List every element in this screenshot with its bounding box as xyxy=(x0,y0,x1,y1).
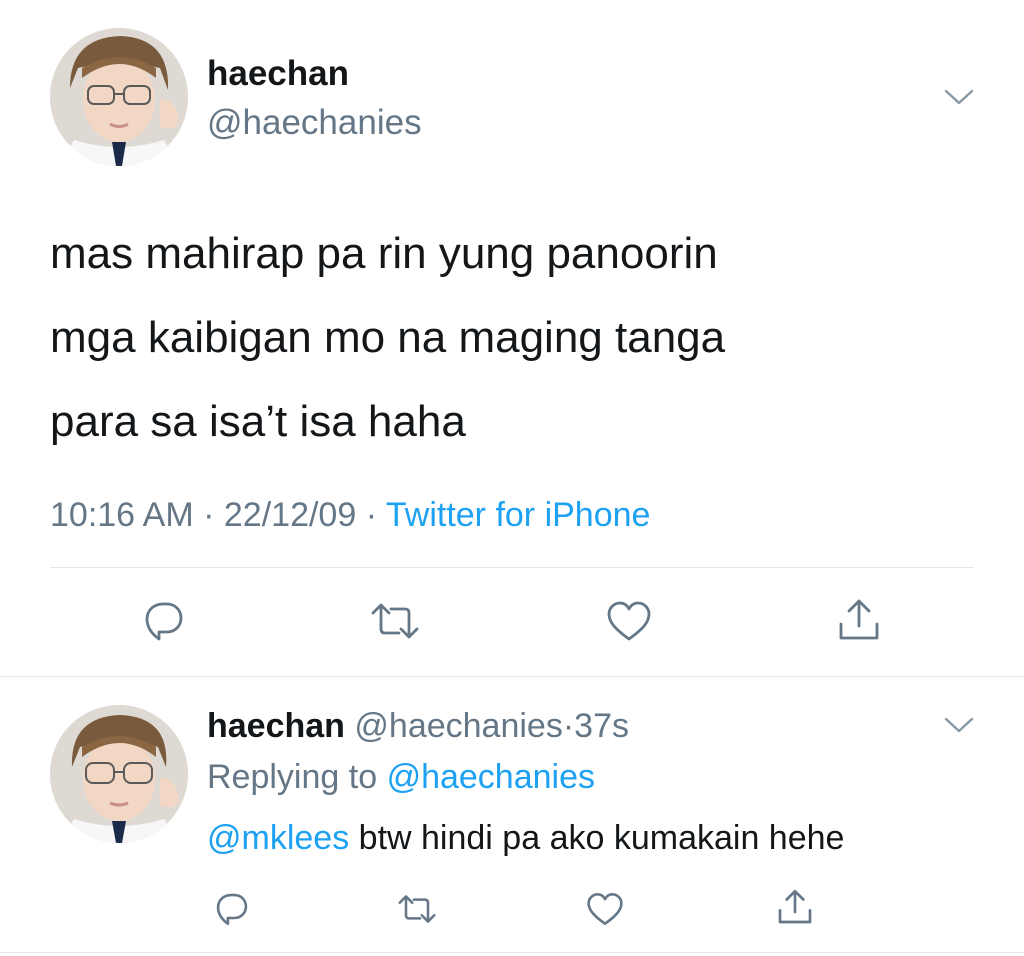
retweet-button[interactable] xyxy=(366,598,424,644)
tweet-time[interactable]: 10:16 AM xyxy=(50,496,194,534)
tweet-meta: 10:16 AM · 22/12/09 · Twitter for iPhone xyxy=(50,493,650,537)
main-avatar[interactable] xyxy=(50,28,188,166)
like-button[interactable] xyxy=(604,598,654,644)
reply-text: @mklees btw hindi pa ako kumakain hehe xyxy=(207,816,844,860)
tweet-text: mas mahirap pa rin yung panoorin mga kai… xyxy=(50,212,950,464)
like-icon xyxy=(607,601,651,641)
meta-separator: · xyxy=(562,707,575,745)
like-icon xyxy=(587,892,623,926)
reply-author-name[interactable]: haechan xyxy=(207,707,345,745)
reply-avatar[interactable] xyxy=(50,705,188,843)
avatar-image xyxy=(50,28,188,166)
reply-mention[interactable]: @mklees xyxy=(207,819,349,857)
main-author-handle[interactable]: @haechanies xyxy=(207,101,422,145)
retweet-icon xyxy=(371,603,419,639)
reply-icon xyxy=(216,893,248,926)
retweet-icon xyxy=(398,895,436,923)
reply-button[interactable] xyxy=(212,890,252,928)
tweet-text-line: para sa isa’t isa haha xyxy=(50,397,466,446)
replying-label: Replying to xyxy=(207,758,378,796)
chevron-down-icon[interactable] xyxy=(944,716,974,734)
like-button[interactable] xyxy=(584,890,626,928)
replying-to-mention[interactable]: @haechanies xyxy=(387,758,595,796)
tweet-text-line: mga kaibigan mo na maging tanga xyxy=(50,313,726,362)
avatar-image xyxy=(50,705,188,843)
reply-header: haechan @haechanies·37s xyxy=(207,704,629,748)
bottom-divider xyxy=(0,952,1024,953)
meta-separator: · xyxy=(203,496,215,534)
retweet-button[interactable] xyxy=(394,890,440,928)
main-author-name[interactable]: haechan xyxy=(207,52,349,96)
section-divider xyxy=(0,676,1024,677)
reply-body: btw hindi pa ako kumakain hehe xyxy=(358,819,845,857)
share-button[interactable] xyxy=(834,596,884,644)
replying-to: Replying to @haechanies xyxy=(207,755,595,799)
chevron-down-icon[interactable] xyxy=(944,88,974,106)
tweet-text-line: mas mahirap pa rin yung panoorin xyxy=(50,229,718,278)
share-icon xyxy=(839,599,879,640)
reply-age: 37s xyxy=(574,707,629,745)
share-button[interactable] xyxy=(774,886,816,928)
tweet-source-link[interactable]: Twitter for iPhone xyxy=(386,496,651,534)
meta-separator: · xyxy=(365,496,378,534)
reply-author-handle[interactable]: @haechanies xyxy=(354,707,562,745)
reply-icon xyxy=(145,602,183,641)
divider xyxy=(50,567,974,568)
share-icon xyxy=(778,889,812,924)
tweet-date[interactable]: 22/12/09 xyxy=(224,496,356,534)
reply-button[interactable] xyxy=(138,598,190,644)
